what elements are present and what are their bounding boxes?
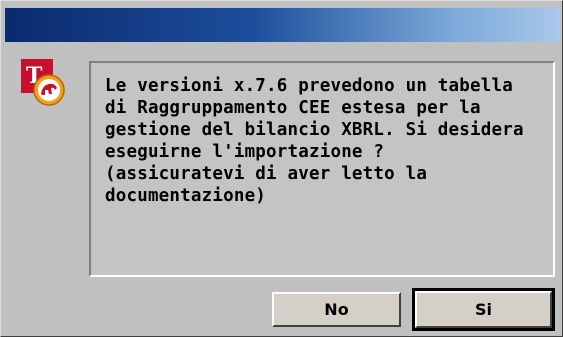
si-button-label: Si <box>415 291 552 328</box>
title-bar[interactable] <box>5 8 560 42</box>
message-text: Le versioni x.7.6 prevedono un tabella d… <box>105 76 524 206</box>
message-panel: Le versioni x.7.6 prevedono un tabella d… <box>89 61 555 277</box>
no-button[interactable]: No <box>272 292 401 327</box>
dialog-window: T Le versioni x.7.6 prevedono un tabella… <box>0 0 563 337</box>
app-logo-icon: T <box>21 59 67 107</box>
si-button[interactable]: Si <box>412 288 555 331</box>
